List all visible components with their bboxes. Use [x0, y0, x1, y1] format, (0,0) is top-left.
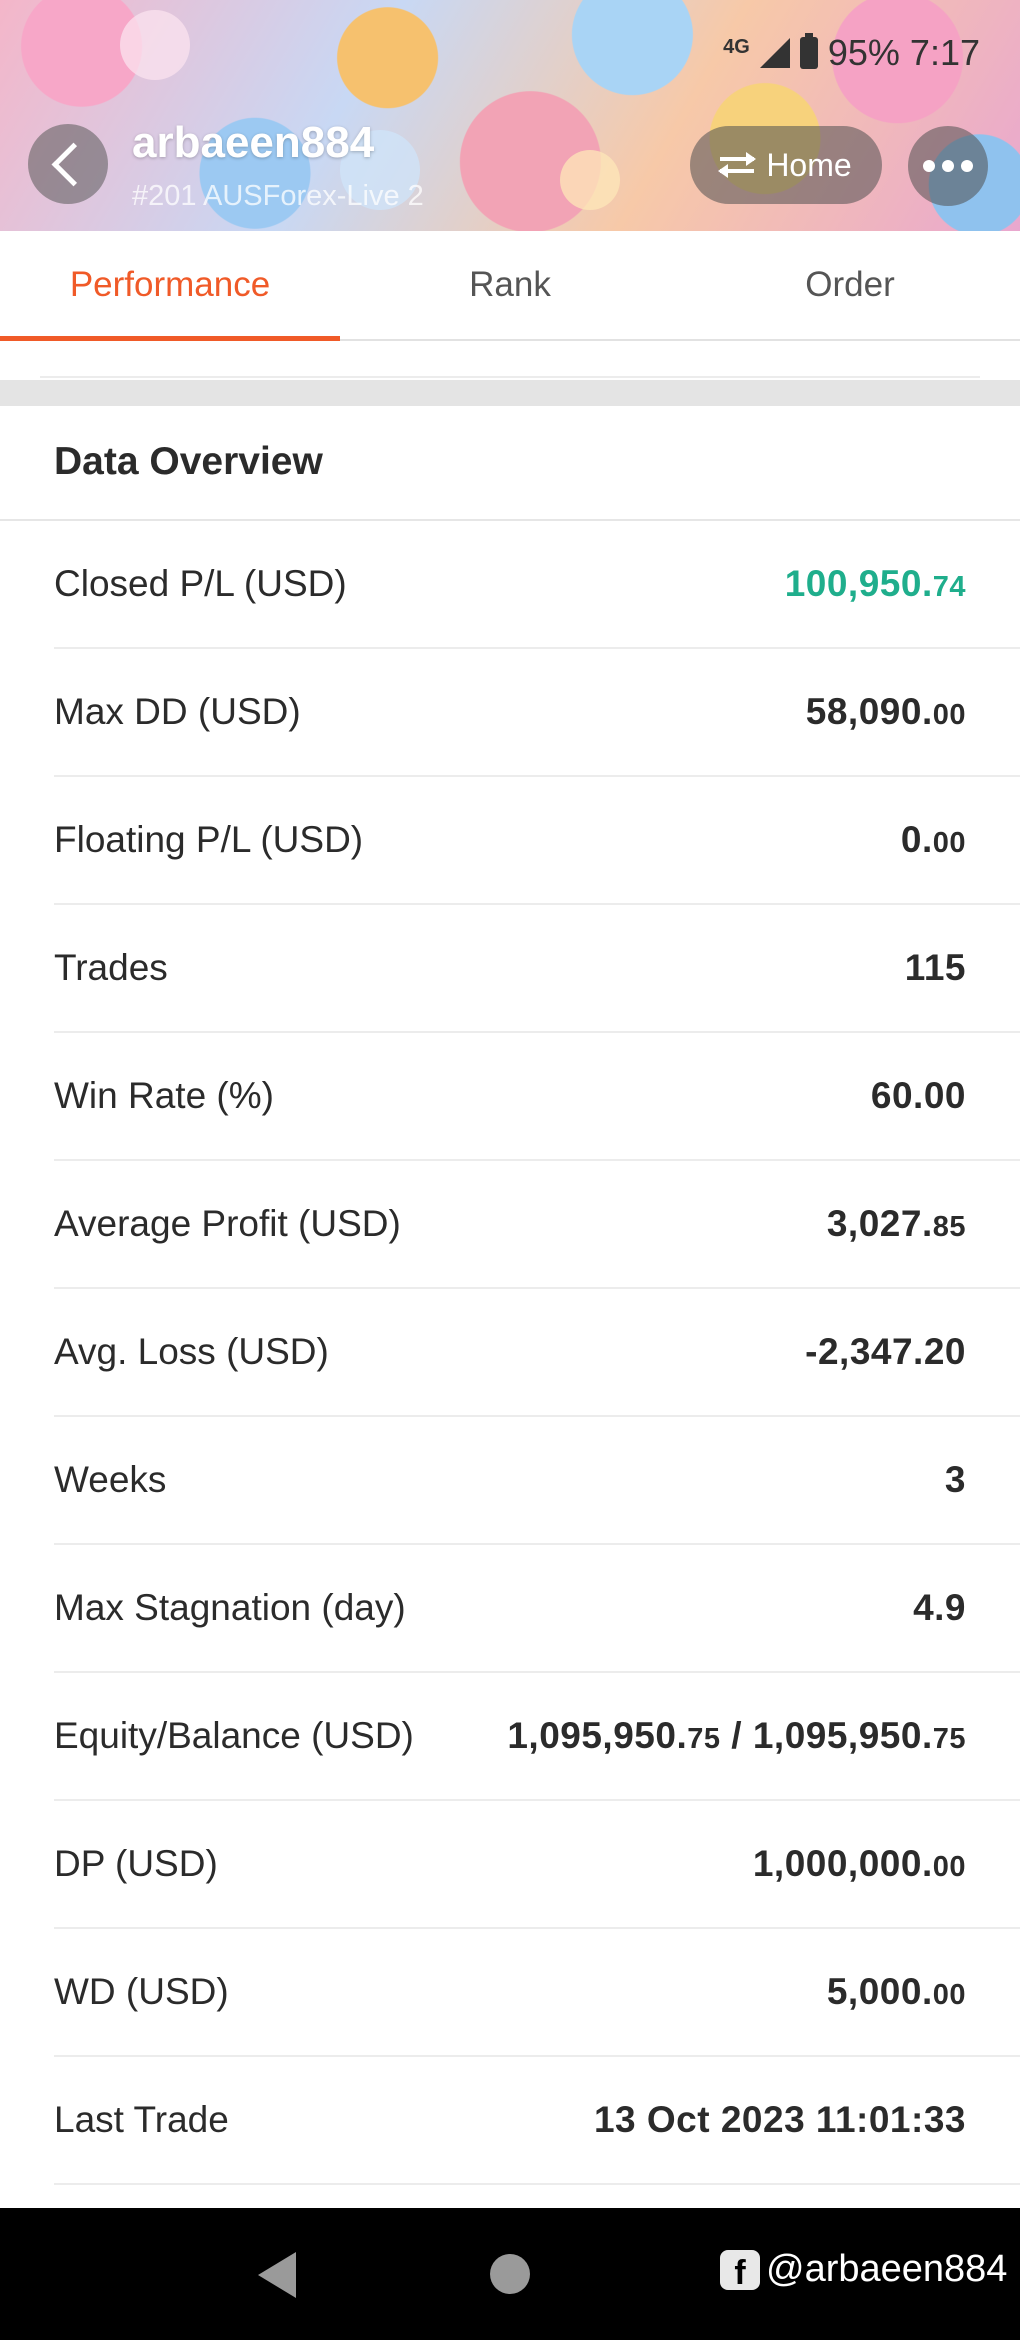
battery-percent: 95%	[827, 32, 900, 73]
home-button[interactable]: Home	[690, 126, 882, 204]
overview-list: Closed P/L (USD) 100,950.74 Max DD (USD)…	[0, 521, 1020, 2185]
server-name: #201 AUSForex-Live 2	[132, 180, 424, 212]
tab-bar: Performance Rank Order	[0, 231, 1020, 341]
more-dot-icon	[961, 160, 973, 172]
row-max-dd: Max DD (USD) 58,090.00	[54, 649, 1020, 777]
banner-flower-decoration	[560, 150, 620, 210]
row-floating-pl: Floating P/L (USD) 0.00	[54, 777, 1020, 905]
row-equity-balance: Equity/Balance (USD) 1,095,950.75 / 1,09…	[54, 1673, 1020, 1801]
clock: 7:17	[909, 32, 980, 73]
row-win-rate: Win Rate (%) 60.00	[54, 1033, 1020, 1161]
row-value: 1,095,950.75 / 1,095,950.75	[507, 1715, 966, 1756]
divider	[40, 376, 980, 378]
row-value: 60.00	[870, 1075, 966, 1116]
status-bar: 4G 95% 7:17	[723, 32, 980, 74]
back-button[interactable]	[28, 124, 108, 204]
watermark-text: @arbaeen884	[766, 2248, 1008, 2290]
facebook-icon: f	[720, 2249, 760, 2290]
nav-back-icon[interactable]	[258, 2252, 296, 2298]
row-label: Last Trade	[54, 2099, 229, 2140]
row-max-stagnation: Max Stagnation (day) 4.9	[54, 1545, 1020, 1673]
section-separator	[0, 380, 1020, 406]
row-label: Max Stagnation (day)	[54, 1587, 406, 1628]
row-trades: Trades 115	[54, 905, 1020, 1033]
row-value: 100,950.74	[784, 563, 966, 604]
row-label: Floating P/L (USD)	[54, 819, 364, 860]
row-value: 1,000,000.00	[752, 1843, 966, 1884]
row-label: Win Rate (%)	[54, 1075, 274, 1116]
row-label: Weeks	[54, 1459, 167, 1500]
swap-icon	[718, 151, 757, 179]
row-value: 115	[904, 947, 966, 988]
row-value: 3	[944, 1459, 966, 1500]
more-options-button[interactable]	[908, 126, 988, 206]
row-label: Max DD (USD)	[54, 691, 301, 732]
row-label: Average Profit (USD)	[54, 1203, 401, 1244]
tab-performance[interactable]: Performance	[0, 231, 340, 341]
row-value: 58,090.00	[805, 691, 966, 732]
row-value: 13 Oct 2023 11:01:33	[593, 2099, 966, 2140]
row-label: DP (USD)	[54, 1843, 218, 1884]
section-title: Data Overview	[54, 440, 323, 483]
row-label: Avg. Loss (USD)	[54, 1331, 329, 1372]
chevron-left-icon	[51, 142, 95, 186]
row-label: WD (USD)	[54, 1971, 229, 2012]
row-dp: DP (USD) 1,000,000.00	[54, 1801, 1020, 1929]
row-weeks: Weeks 3	[54, 1417, 1020, 1545]
more-dot-icon	[942, 160, 954, 172]
tab-order[interactable]: Order	[680, 231, 1020, 339]
more-dot-icon	[923, 160, 935, 172]
row-label: Trades	[54, 947, 168, 988]
banner-flower-decoration	[120, 10, 190, 80]
row-last-trade: Last Trade 13 Oct 2023 11:01:33	[54, 2057, 1020, 2185]
tab-rank[interactable]: Rank	[340, 231, 680, 339]
watermark: f @arbaeen884	[720, 2248, 1007, 2291]
row-value: 5,000.00	[826, 1971, 966, 2012]
row-value: 0.00	[900, 819, 966, 860]
row-closed-pl: Closed P/L (USD) 100,950.74	[54, 521, 1020, 649]
row-label: Closed P/L (USD)	[54, 563, 347, 604]
nav-home-icon[interactable]	[490, 2254, 530, 2294]
row-value: -2,347.20	[805, 1331, 966, 1372]
row-value: 3,027.85	[826, 1203, 966, 1244]
row-average-profit: Average Profit (USD) 3,027.85	[54, 1161, 1020, 1289]
row-avg-loss: Avg. Loss (USD) -2,347.20	[54, 1289, 1020, 1417]
row-label: Equity/Balance (USD)	[54, 1715, 414, 1756]
signal-icon	[759, 38, 790, 68]
profile-header: 4G 95% 7:17 arbaeen884 #201 AUSForex-Liv…	[0, 0, 1020, 231]
home-button-label: Home	[766, 146, 852, 183]
row-value: 4.9	[913, 1587, 966, 1628]
network-type: 4G	[723, 36, 750, 58]
system-nav-bar: f @arbaeen884	[0, 2208, 1020, 2340]
row-wd: WD (USD) 5,000.00	[54, 1929, 1020, 2057]
user-name: arbaeen884	[132, 118, 375, 167]
battery-icon	[799, 33, 818, 69]
